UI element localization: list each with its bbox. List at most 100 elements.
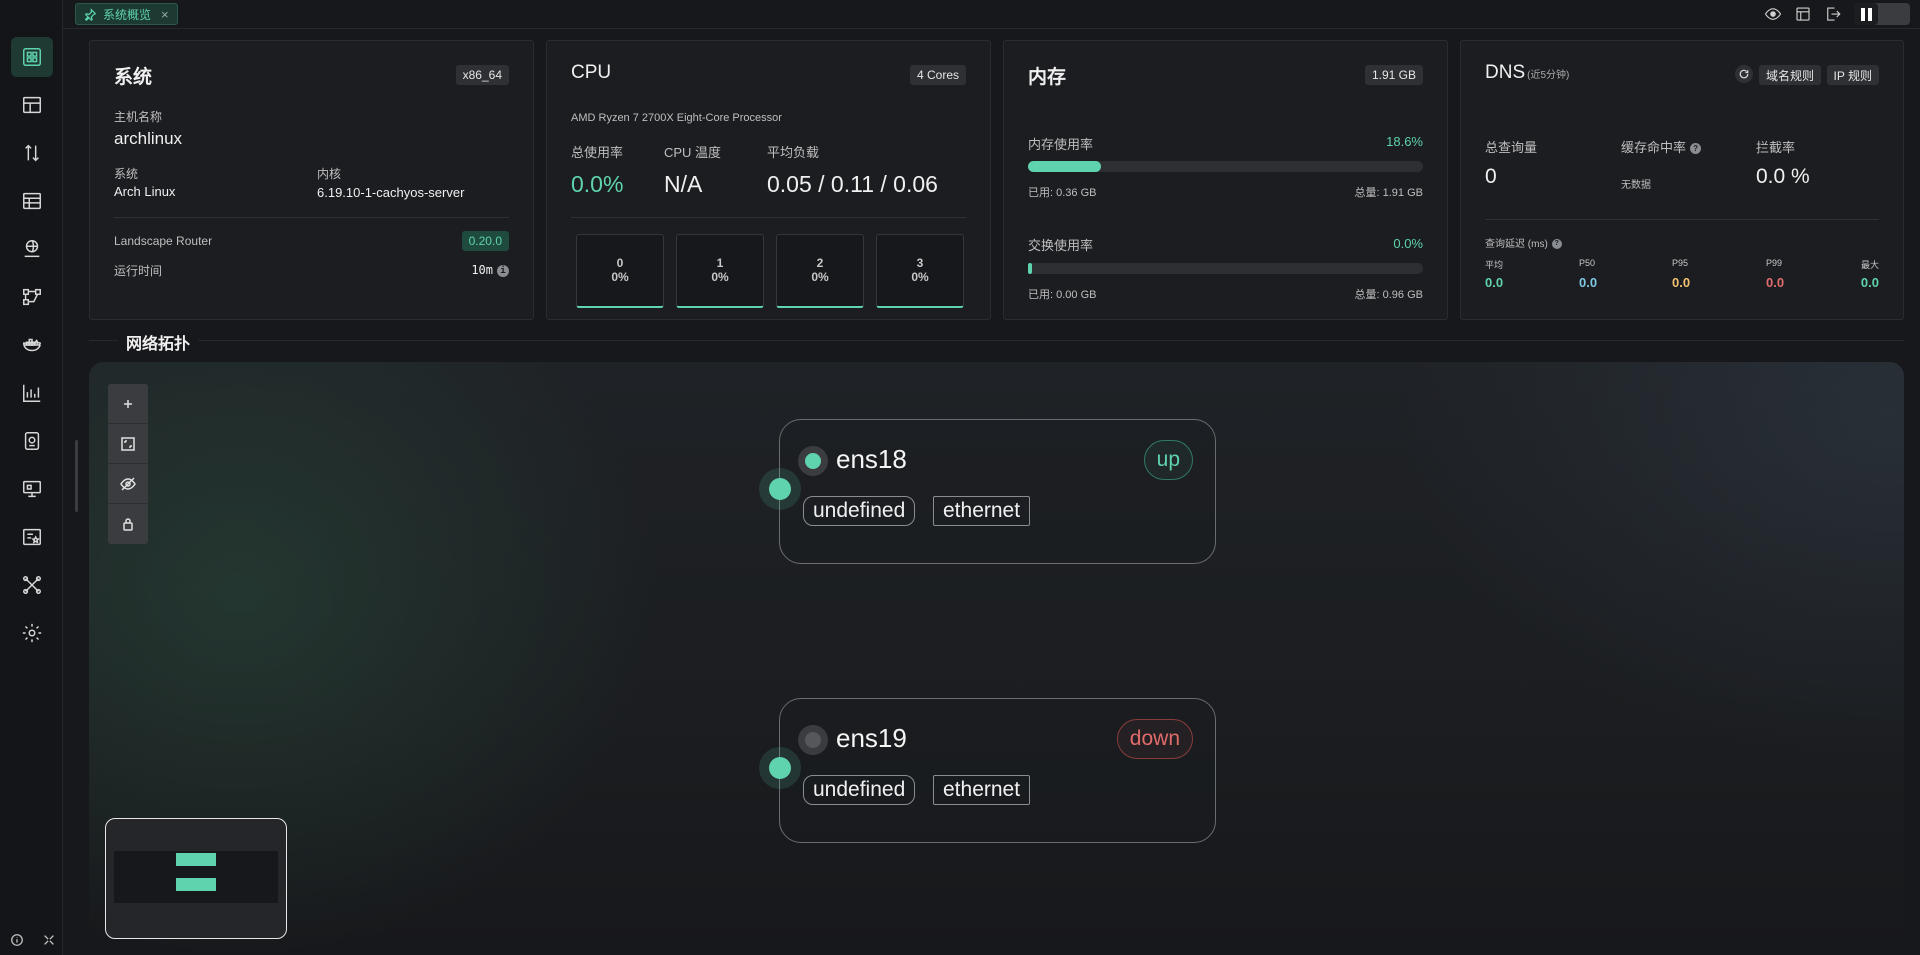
sidebar-item-table[interactable]	[11, 181, 53, 221]
latency-p95-label: P95	[1672, 258, 1689, 268]
swap-used: 已用: 0.00 GB	[1028, 289, 1097, 301]
zoom-in-button[interactable]	[108, 384, 148, 424]
sidebar-item-settings[interactable]	[11, 613, 53, 653]
core-id: 3	[916, 256, 924, 270]
tab-system-overview[interactable]: 系统概览 ×	[75, 3, 178, 25]
queries-label: 总查询量	[1485, 140, 1538, 155]
sidebar-item-docker[interactable]	[11, 325, 53, 365]
topology-canvas[interactable]: ens18 up undefined ethernet ens19 down u…	[89, 362, 1904, 955]
pause-icon	[1854, 3, 1878, 25]
info-icon[interactable]	[10, 933, 24, 947]
domain-rules-button[interactable]: 域名规则	[1758, 65, 1821, 85]
core-id: 2	[816, 256, 824, 270]
sidebar-item-firewall[interactable]	[11, 421, 53, 461]
hostname-value: archlinux	[114, 129, 183, 148]
ip-rules-button[interactable]: IP 规则	[1826, 65, 1879, 85]
swap-usage-fill	[1028, 263, 1032, 274]
sidebar-item-dashboard[interactable]	[11, 37, 53, 77]
collapse-icon[interactable]	[42, 933, 56, 947]
help-icon[interactable]: ?	[1551, 239, 1562, 250]
cpu-usage-value: 0.0%	[571, 171, 624, 197]
memory-card: 内存 1.91 GB 内存使用率 18.6% 已用: 0.36 GB 总量: 1…	[1003, 40, 1448, 320]
memory-title: 内存	[1028, 67, 1067, 88]
fit-view-button[interactable]	[108, 424, 148, 464]
tab-bar: 系统概览 ×	[63, 0, 1920, 29]
sidebar-item-rules[interactable]	[11, 517, 53, 557]
dns-title-text: DNS	[1485, 62, 1526, 83]
system-card: 系统 x86_64 主机名称 archlinux 系统 Arch Linux 内…	[89, 40, 534, 320]
help-icon[interactable]: ?	[1690, 143, 1702, 155]
core-usage: 0%	[611, 270, 629, 284]
dashboard-icon	[23, 48, 41, 66]
node-port[interactable]	[759, 747, 801, 789]
cpu-divider	[571, 217, 966, 218]
mem-usage-fill	[1028, 161, 1102, 172]
eye-icon[interactable]	[1764, 5, 1782, 23]
interface-type-tag: ethernet	[933, 496, 1031, 526]
latency-max-label: 最大	[1860, 260, 1879, 270]
eye-off-icon	[120, 476, 136, 491]
block-value: 0.0 %	[1756, 165, 1810, 188]
system-title: 系统	[114, 67, 153, 88]
cpu-load-value: 0.05 / 0.11 / 0.06	[767, 171, 938, 197]
interface-tag: undefined	[803, 775, 916, 805]
section-divider	[89, 340, 1904, 341]
dns-subtitle: (近5分钟)	[1527, 70, 1570, 81]
latency-max-value: 0.0	[1860, 275, 1879, 290]
sidebar-item-flow[interactable]	[11, 277, 53, 317]
lock-button[interactable]	[108, 504, 148, 544]
kernel-label: 内核	[317, 167, 342, 181]
fit-view-icon	[121, 436, 135, 451]
device-icon	[23, 480, 41, 498]
sidebar-item-traffic[interactable]	[11, 133, 53, 173]
minimap[interactable]	[105, 818, 287, 939]
mem-usage-label: 内存使用率	[1028, 137, 1094, 152]
globe-icon	[24, 240, 40, 258]
cpu-temp-label: CPU 温度	[664, 145, 722, 160]
interface-node-ens19[interactable]: ens19 down undefined ethernet	[759, 698, 1216, 843]
chart-icon	[23, 384, 41, 402]
refresh-button[interactable]	[1735, 65, 1753, 83]
os-label: 系统	[114, 167, 139, 181]
minimap-node	[176, 853, 216, 866]
router-label: Landscape Router	[114, 234, 213, 248]
memory-total-badge: 1.91 GB	[1364, 65, 1423, 85]
sidebar-scrollbar[interactable]	[75, 440, 78, 512]
info-icon[interactable]: i	[497, 264, 509, 277]
mesh-icon	[23, 576, 41, 594]
status-badge: up	[1143, 440, 1193, 480]
mem-used: 已用: 0.36 GB	[1028, 187, 1097, 199]
logout-icon[interactable]	[1824, 5, 1842, 23]
sidebar-item-mesh[interactable]	[11, 565, 53, 605]
table-icon	[23, 192, 41, 210]
interface-type-tag: ethernet	[933, 775, 1031, 805]
topology-title: 网络拓扑	[118, 330, 199, 354]
sidebar-item-network[interactable]	[11, 229, 53, 269]
core-usage: 0%	[711, 270, 729, 284]
uptime-value: 10m i	[471, 263, 509, 277]
pause-toggle[interactable]	[1854, 3, 1910, 25]
cache-value: 无数据	[1621, 180, 1651, 191]
sidebar-footer	[10, 933, 56, 947]
mem-total: 总量: 1.91 GB	[1354, 187, 1423, 199]
latency-p50-value: 0.0	[1579, 275, 1598, 290]
sidebar-item-stats[interactable]	[11, 373, 53, 413]
flow-icon	[23, 288, 41, 306]
layout-icon[interactable]	[1794, 5, 1812, 23]
interface-node-ens18[interactable]: ens18 up undefined ethernet	[759, 419, 1216, 564]
tab-close-icon[interactable]: ×	[161, 7, 169, 22]
toggle-visibility-button[interactable]	[108, 464, 148, 504]
router-version-badge: 0.20.0	[461, 231, 509, 251]
latency-p99-value: 0.0	[1766, 275, 1785, 290]
sidebar-item-monitor[interactable]	[11, 85, 53, 125]
node-port[interactable]	[759, 468, 801, 510]
pin-icon	[84, 7, 97, 21]
sidebar	[0, 0, 63, 955]
gear-icon	[22, 623, 42, 643]
sidebar-item-dhcp[interactable]	[11, 469, 53, 509]
tab-label: 系统概览	[103, 7, 152, 22]
swap-usage-value: 0.0%	[1393, 236, 1423, 251]
cpu-core-0: 0 0%	[576, 234, 664, 308]
core-usage: 0%	[911, 270, 929, 284]
status-badge: down	[1116, 719, 1193, 759]
